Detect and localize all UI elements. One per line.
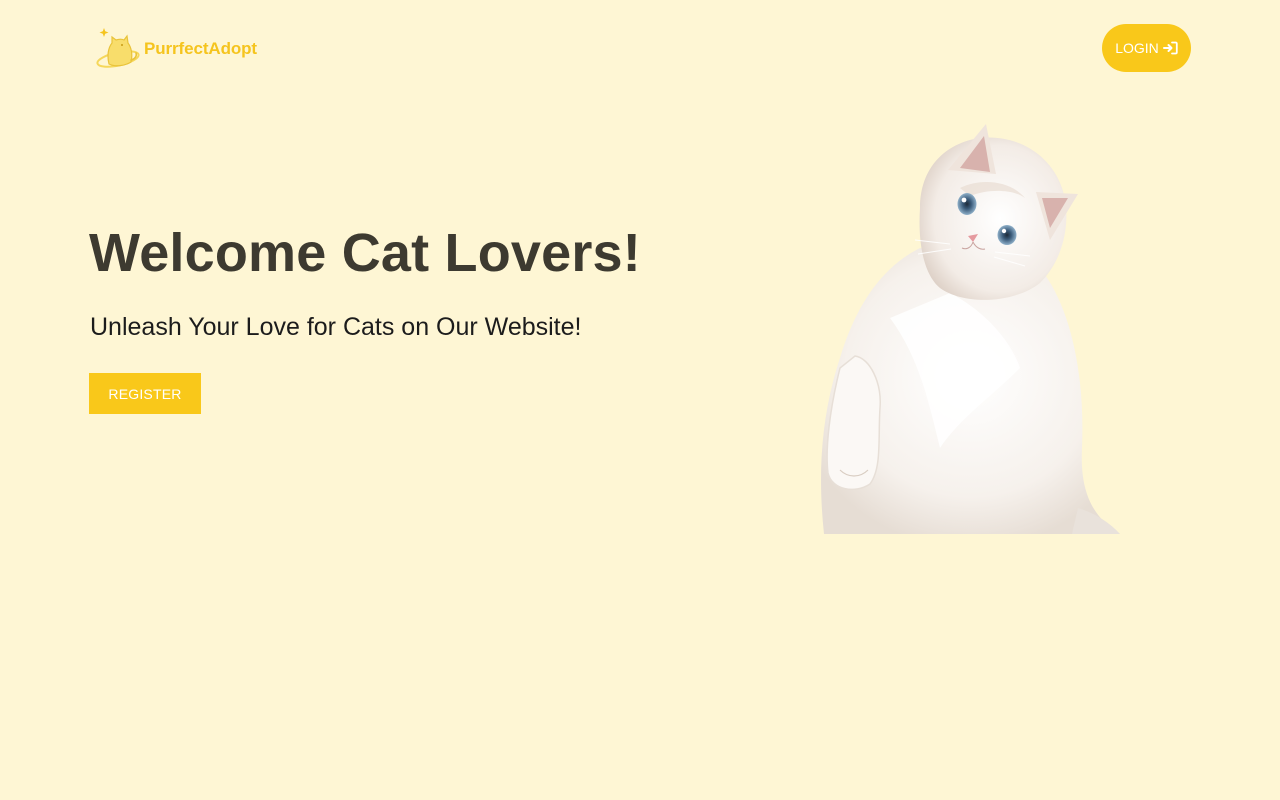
- brand-logo-link[interactable]: PurrfectAdopt: [95, 26, 257, 70]
- login-button-label: LOGIN: [1115, 40, 1159, 56]
- register-button[interactable]: REGISTER: [89, 373, 201, 414]
- cat-logo-icon: [96, 28, 140, 68]
- hero-subtitle: Unleash Your Love for Cats on Our Websit…: [90, 313, 582, 341]
- brand-name: PurrfectAdopt: [144, 39, 257, 58]
- login-button[interactable]: LOGIN: [1102, 24, 1191, 72]
- landing-page: PurrfectAdopt LOGIN Welcome Cat Lovers! …: [0, 0, 1280, 800]
- white-cat-photo: [821, 124, 1120, 534]
- sign-in-icon: [1162, 41, 1178, 55]
- hero-title: Welcome Cat Lovers!: [89, 223, 641, 283]
